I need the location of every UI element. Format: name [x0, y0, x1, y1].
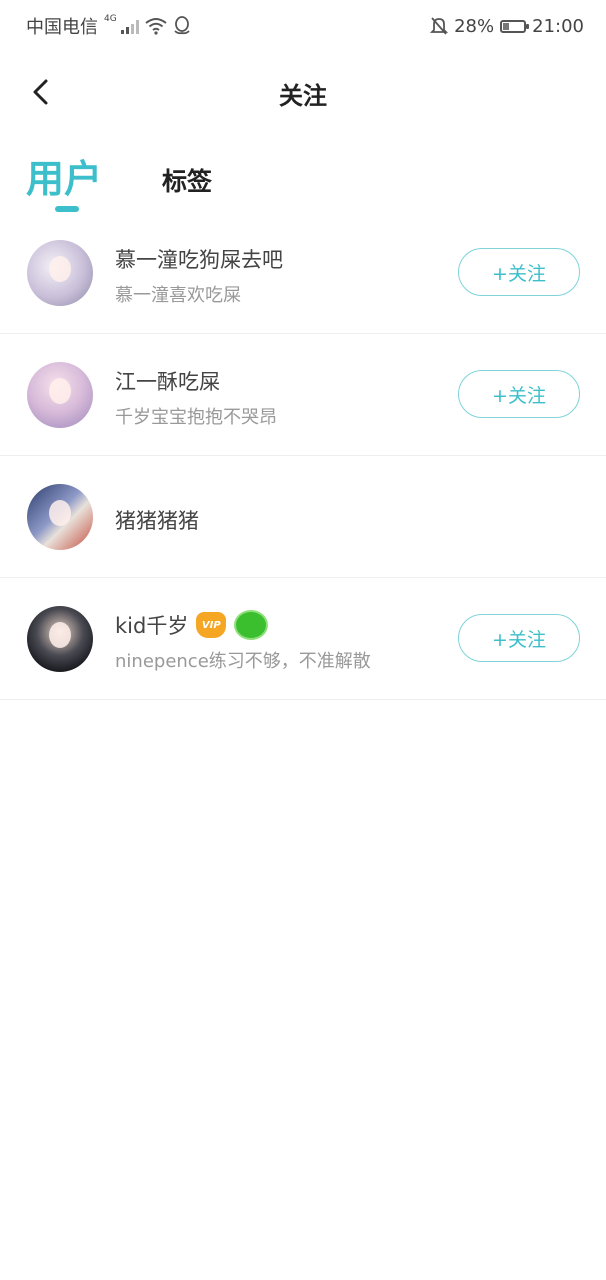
avatar[interactable] [27, 606, 93, 672]
qq-icon [174, 16, 190, 35]
follow-button[interactable]: +关注 [458, 248, 580, 296]
status-right: 28% 21:00 [430, 16, 584, 37]
list-item[interactable]: 慕一潼吃狗屎去吧 慕一潼喜欢吃屎 +关注 [0, 212, 606, 334]
battery-percent: 28% [454, 15, 495, 37]
list-item[interactable]: kid千岁 VIP ninepence练习不够，不准解散 +关注 [0, 578, 606, 700]
user-list: 慕一潼吃狗屎去吧 慕一潼喜欢吃屎 +关注 江一酥吃屎 千岁宝宝抱抱不哭昂 +关注… [0, 212, 606, 700]
page-title: 关注 [279, 82, 327, 110]
status-left: 中国电信 4G [26, 13, 191, 39]
status-bar: 中国电信 4G 28% 21:00 [0, 0, 606, 52]
user-name-row: kid千岁 VIP [115, 610, 269, 640]
network-type-label: 4G [104, 14, 117, 24]
tab-bar: 用户 标签 [0, 140, 606, 220]
avatar[interactable] [27, 240, 93, 306]
clock: 21:00 [532, 15, 584, 37]
avatar[interactable] [27, 484, 93, 550]
follow-button[interactable]: +关注 [458, 614, 580, 662]
signal-icon [120, 18, 139, 34]
user-description: ninepence练习不够，不准解散 [115, 651, 371, 672]
tab-tags[interactable]: 标签 [162, 162, 212, 198]
green-badge-icon [234, 610, 269, 640]
wifi-icon [145, 18, 167, 35]
user-name: kid千岁 [115, 614, 189, 638]
list-item[interactable]: 江一酥吃屎 千岁宝宝抱抱不哭昂 +关注 [0, 334, 606, 456]
user-name: 江一酥吃屎 [115, 370, 220, 394]
list-item[interactable]: 猪猪猪猪 [0, 456, 606, 578]
carrier-label: 中国电信 [26, 17, 98, 38]
tab-users[interactable]: 用户 [26, 148, 102, 203]
user-description: 慕一潼喜欢吃屎 [115, 285, 241, 306]
user-name: 猪猪猪猪 [115, 509, 199, 533]
mute-bell-icon [430, 17, 449, 35]
user-description: 千岁宝宝抱抱不哭昂 [115, 407, 277, 428]
battery-icon [500, 19, 530, 33]
user-name: 慕一潼吃狗屎去吧 [115, 248, 283, 272]
vip-badge-icon: VIP [196, 612, 227, 638]
follow-button[interactable]: +关注 [458, 370, 580, 418]
nav-bar: 关注 [0, 52, 606, 132]
avatar[interactable] [27, 362, 93, 428]
